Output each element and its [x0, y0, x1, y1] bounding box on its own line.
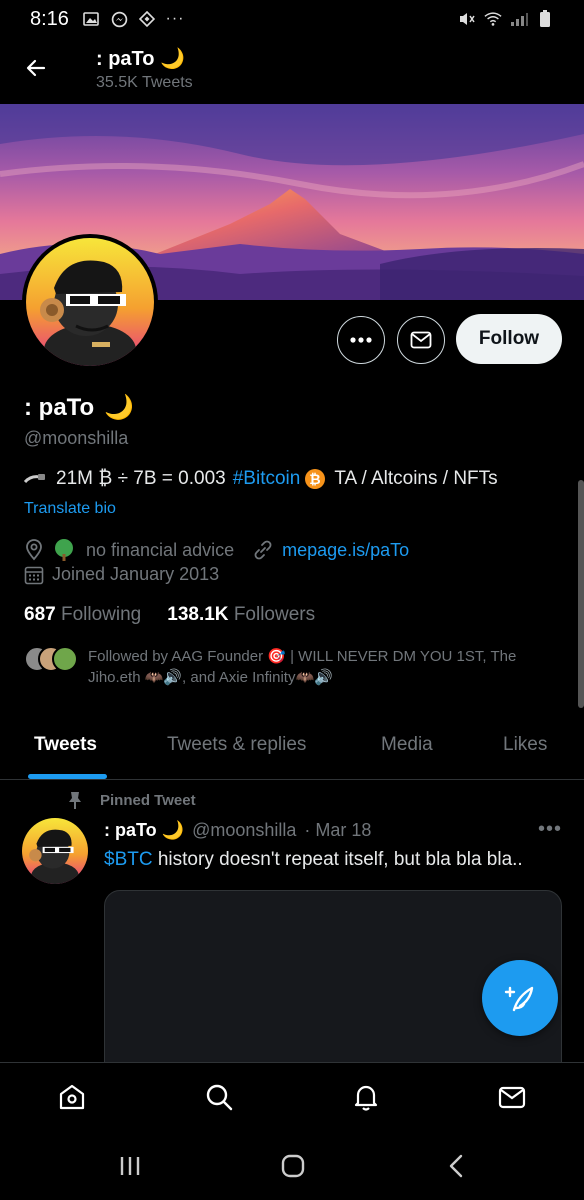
following-count: 687 [24, 604, 56, 625]
translate-bio-link[interactable]: Translate bio [24, 500, 116, 518]
profile-bio: 21M ₿ ÷ 7B = 0.003 #Bitcoin ₿ TA / Altco… [24, 468, 498, 490]
scrollbar[interactable] [578, 480, 584, 708]
home-circle-icon [281, 1154, 305, 1178]
tweet-cashtag-link[interactable]: $BTC [104, 849, 153, 870]
envelope-icon [410, 331, 432, 349]
arrow-left-icon [26, 59, 46, 77]
avatar-image [26, 238, 154, 366]
profile-handle: @moonshilla [24, 428, 129, 448]
tab-media[interactable]: Media [381, 734, 433, 756]
chevron-left-icon [449, 1154, 463, 1178]
followers-label: Followers [233, 604, 316, 625]
bottom-navigation [0, 1062, 584, 1130]
profile-header: : paTo 🌙 35.5K Tweets [0, 38, 584, 102]
tweet-author-handle: @moonshilla [192, 820, 297, 840]
back-system-button[interactable] [437, 1148, 477, 1184]
bio-suffix: TA / Altcoins / NFTs [334, 468, 498, 489]
follow-counts: 687 Following 138.1K Followers [24, 604, 315, 626]
home-icon [59, 1084, 85, 1110]
battery-icon [536, 10, 554, 28]
tweet-header: : paTo 🌙 @moonshilla · Mar 18 [104, 820, 371, 841]
tweet-author-name[interactable]: : paTo 🌙 [104, 820, 184, 841]
followers-link[interactable]: 138.1K Followers [167, 604, 315, 626]
binance-icon [138, 10, 156, 28]
calendar-icon [24, 566, 44, 584]
back-button[interactable] [18, 50, 54, 86]
nav-home[interactable] [52, 1077, 92, 1117]
profile-name: : paTo 🌙 [24, 393, 134, 422]
tweet-more-button[interactable]: ••• [538, 818, 562, 841]
bell-icon [354, 1085, 378, 1111]
tweet-author-avatar[interactable] [22, 818, 88, 884]
gallery-icon [82, 10, 100, 28]
follow-button[interactable]: Follow [456, 314, 562, 364]
profile-name-text: : paTo [24, 393, 95, 421]
mute-icon [458, 10, 476, 28]
search-icon [206, 1084, 233, 1111]
nav-messages[interactable] [492, 1077, 532, 1117]
followers-count: 138.1K [167, 604, 229, 625]
location-text: no financial advice [86, 539, 235, 560]
status-bar: 8:16 ··· [0, 0, 584, 38]
website-link[interactable]: mepage.is/paTo [282, 540, 409, 561]
pinned-label: Pinned Tweet [100, 791, 196, 809]
tree-emoji-icon [55, 539, 73, 561]
nav-notifications[interactable] [346, 1077, 386, 1117]
tab-tweets-and-replies[interactable]: Tweets & replies [167, 734, 306, 756]
status-time: 8:16 [30, 8, 69, 30]
tweet-body: history doesn't repeat itself, but bla b… [152, 849, 523, 870]
tab-tweets[interactable]: Tweets [34, 734, 97, 756]
tab-likes[interactable]: Likes [503, 734, 547, 756]
messenger-icon [110, 10, 128, 28]
recent-apps-button[interactable] [110, 1148, 150, 1184]
header-title: : paTo 🌙 [96, 48, 185, 70]
signal-icon [510, 10, 528, 28]
profile-meta-location-row: no financial advice mepage.is/paTo [24, 538, 409, 562]
wifi-icon [484, 10, 502, 28]
bitcoin-emoji-icon: ₿ [305, 469, 326, 489]
follower-avatar [52, 646, 78, 672]
compose-tweet-button[interactable] [482, 960, 558, 1036]
followed-by-text[interactable]: Followed by AAG Founder 🎯 | WILL NEVER D… [88, 646, 568, 688]
profile-avatar[interactable] [22, 234, 158, 370]
recent-apps-icon [120, 1157, 140, 1175]
message-button[interactable] [397, 316, 445, 364]
profile-meta-joined-row: Joined January 2013 [24, 564, 219, 585]
nav-search[interactable] [199, 1077, 239, 1117]
link-icon [254, 540, 272, 560]
pinned-indicator: Pinned Tweet [66, 790, 196, 810]
joined-text: Joined January 2013 [52, 564, 220, 584]
pin-icon [69, 792, 81, 809]
location-pin-icon [26, 539, 42, 561]
header-tweet-count: 35.5K Tweets [96, 74, 193, 91]
mail-icon [498, 1086, 526, 1109]
following-link[interactable]: 687 Following [24, 604, 141, 626]
more-options-button[interactable] [337, 316, 385, 364]
profile-tabs: Tweets Tweets & replies Media Likes [0, 718, 584, 780]
tweet-text: $BTC history doesn't repeat itself, but … [104, 849, 523, 871]
compose-feather-icon [504, 986, 534, 1012]
tweet-date: · Mar 18 [304, 820, 372, 840]
svg-text:₿: ₿ [310, 472, 321, 488]
system-navigation-bar [0, 1130, 584, 1200]
more-notifications-icon: ··· [165, 10, 185, 27]
home-system-button[interactable] [273, 1148, 313, 1184]
active-tab-indicator [28, 774, 107, 779]
following-label: Following [60, 604, 142, 625]
bio-hashtag-link[interactable]: #Bitcoin [233, 468, 301, 490]
more-dots-icon [350, 337, 372, 343]
moon-emoji: 🌙 [104, 394, 135, 421]
cable-emoji-icon [24, 474, 45, 484]
followers-you-know-avatars[interactable] [24, 646, 80, 672]
bio-text: 21M ₿ ÷ 7B = 0.003 [56, 468, 226, 489]
